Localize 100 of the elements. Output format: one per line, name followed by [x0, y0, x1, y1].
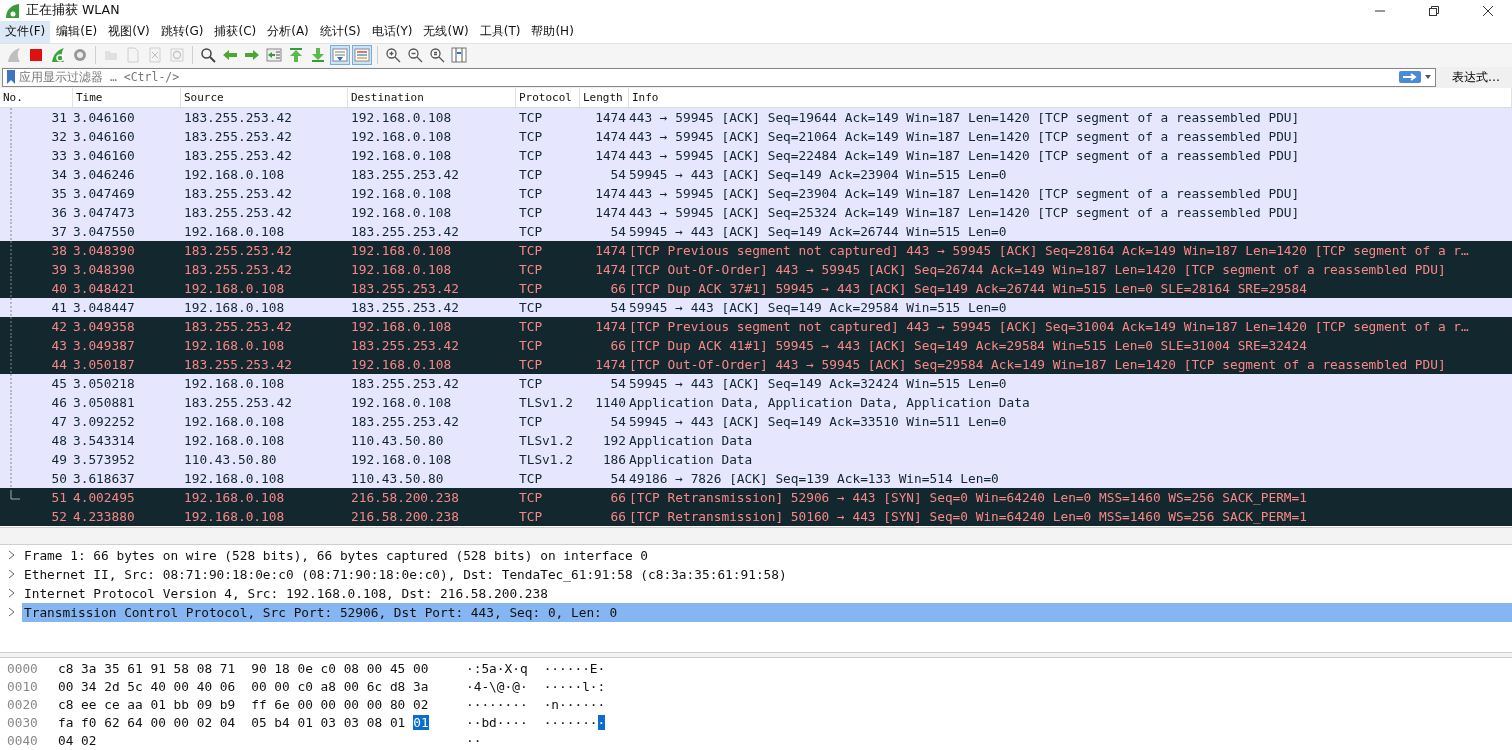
table-cell-text: 48 — [50, 433, 68, 449]
selected-ascii-byte[interactable]: · — [597, 715, 606, 731]
table-cell-text: 3.573952 — [73, 452, 136, 468]
column-header[interactable]: Info — [629, 88, 1512, 108]
table-cell-text: 35 — [50, 186, 68, 202]
selected-hex-byte[interactable]: 01 — [413, 715, 429, 731]
packet-row[interactable]: 36 3.047473 183.255.253.42 192.168.0.108 TCP 1474 443 → 59945 [ACK] Seq=25324 Ack=149 Win=187 Len=1420 [TCP segment of a reassembled PDU] — [0, 203, 1512, 223]
menu-item[interactable]: 分析(A) — [262, 21, 314, 43]
packet-row[interactable]: 51 4.002495 192.168.0.108 216.58.200.238 TCP 66 [TCP Retransmission] 52906 → 443 [SYN] Seq=0 Win=64240 Len=0 MSS=1460 WS=256 SACK_PERM=1 — [0, 488, 1512, 508]
packet-row[interactable]: 38 3.048390 183.255.253.42 192.168.0.108 TCP 1474 [TCP Previous segment not captured] 443 → 59945 [ACK] Seq=28164 Ack=149 Win=187 Len=1420 [TCP segment of a r… — [0, 241, 1512, 261]
table-cell-text: 40 — [50, 281, 68, 297]
menu-item[interactable]: 电话(Y) — [366, 21, 418, 43]
packet-row[interactable]: 48 3.543314 192.168.0.108 110.43.50.80 TLSv1.2 192 Application Data — [0, 431, 1512, 451]
menu-item[interactable]: 工具(T) — [474, 21, 526, 43]
tree-item[interactable]: Internet Protocol Version 4, Src: 192.168.0.108, Dst: 216.58.200.238 — [0, 583, 1512, 603]
table-cell-text: 216.58.200.238 — [350, 509, 460, 525]
packet-row[interactable]: 34 3.046246 192.168.0.108 183.255.253.42 TCP 54 59945 → 443 [ACK] Seq=149 Ack=23904 Win=515 Len=0 — [0, 165, 1512, 185]
tree-item[interactable]: Ethernet II, Src: 08:71:90:18:0e:c0 (08:71:90:18:0e:c0), Dst: TendaTec_61:91:58 (c8:3a:35:61:91:58) — [0, 564, 1512, 584]
packet-row[interactable]: 37 3.047550 192.168.0.108 183.255.253.42 TCP 54 59945 → 443 [ACK] Seq=149 Ack=26744 Win=515 Len=0 — [0, 222, 1512, 242]
packet-row[interactable]: 43 3.049387 192.168.0.108 183.255.253.42 TCP 66 [TCP Dup ACK 41#1] 59945 → 443 [ACK] Seq=149 Ack=29584 Win=515 Len=0 SLE=31004 SRE=32424 — [0, 336, 1512, 356]
menu-item[interactable]: 视图(V) — [103, 21, 155, 43]
hex-bytes: ff 6e 00 00 00 00 80 02 — [251, 697, 429, 713]
menu-item[interactable]: 编辑(E) — [51, 21, 103, 43]
table-cell-text: 31 — [50, 110, 68, 126]
expand-chevron-icon[interactable] — [8, 569, 16, 580]
table-cell-text: 52 — [50, 509, 68, 525]
table-cell-text: TCP — [518, 319, 544, 335]
splitter-handle[interactable] — [0, 527, 1512, 545]
table-cell-text: 54 — [609, 224, 627, 240]
packet-row[interactable]: 45 3.050218 192.168.0.108 183.255.253.42 TCP 54 59945 → 443 [ACK] Seq=149 Ack=32424 Win=515 Len=0 — [0, 374, 1512, 394]
table-cell-text: 192.168.0.108 — [350, 452, 453, 468]
table-cell-text: 443 → 59945 [ACK] Seq=19644 Ack=149 Win=187 Len=1420 [TCP segment of a reassembled PDU] — [629, 110, 1301, 126]
column-header[interactable]: No. — [0, 88, 73, 108]
column-header[interactable]: Source — [181, 88, 348, 108]
tree-item[interactable]: Frame 1: 66 bytes on wire (528 bits), 66 bytes captured (528 bits) on interface 0 — [0, 545, 1512, 565]
table-cell-text: [TCP Out-Of-Order] 443 → 59945 [ACK] Seq=26744 Ack=149 Win=187 Len=1420 [TCP segment of a reassembled PDU] — [629, 262, 1447, 278]
table-cell-text: 1474 — [594, 148, 627, 164]
table-cell-text: Application Data — [629, 433, 754, 449]
table-cell-text: TCP — [518, 205, 544, 221]
packet-row[interactable]: 44 3.050187 183.255.253.42 192.168.0.108 TCP 1474 [TCP Out-Of-Order] 443 → 59945 [ACK] Seq=29584 Ack=149 Win=187 Len=1420 [TCP segment of a reassembled PDU] — [0, 355, 1512, 375]
packet-row[interactable]: 49 3.573952 110.43.50.80 192.168.0.108 TLSv1.2 186 Application Data — [0, 450, 1512, 470]
table-cell-text: 183.255.253.42 — [183, 205, 293, 221]
table-cell-text: 192.168.0.108 — [183, 376, 286, 392]
packet-row[interactable]: 41 3.048447 192.168.0.108 183.255.253.42 TCP 54 59945 → 443 [ACK] Seq=149 Ack=29584 Win=515 Len=0 — [0, 298, 1512, 318]
menu-item[interactable]: 跳转(G) — [155, 21, 209, 43]
filter-field[interactable]: 应用显示过滤器 … <Ctrl-/> — [2, 67, 1436, 87]
packet-row[interactable]: 40 3.048421 192.168.0.108 183.255.253.42 TCP 66 [TCP Dup ACK 37#1] 59945 → 443 [ACK] Seq=149 Ack=26744 Win=515 Len=0 SLE=28164 SRE=29584 — [0, 279, 1512, 299]
table-cell-text: [TCP Previous segment not captured] 443 → 59945 [ACK] Seq=31004 Ack=149 Win=187 Len=1420 [TCP segment of a r… — [629, 319, 1470, 335]
column-header[interactable]: Length — [580, 88, 629, 108]
ascii-bytes: ·· — [466, 733, 482, 749]
column-header[interactable]: Time — [73, 88, 181, 108]
restore-icon[interactable] — [1428, 4, 1440, 17]
column-header[interactable]: Destination — [348, 88, 516, 108]
table-cell-text: 32 — [50, 129, 68, 145]
table-cell-text: [TCP Dup ACK 41#1] 59945 → 443 [ACK] Seq=149 Ack=29584 Win=515 Len=0 SLE=31004 SRE=32424 — [629, 338, 1308, 354]
menu-item[interactable]: 统计(S) — [314, 21, 366, 43]
table-cell-text: 3.046160 — [73, 129, 136, 145]
menu-item[interactable]: 捕获(C) — [209, 21, 262, 43]
bookmark-icon[interactable] — [7, 70, 15, 85]
packet-row[interactable]: 52 4.233880 192.168.0.108 216.58.200.238 TCP 66 [TCP Retransmission] 50160 → 443 [SYN] Seq=0 Win=64240 Len=0 MSS=1460 WS=256 SACK_PERM=1 — [0, 507, 1512, 527]
packet-row[interactable]: 47 3.092252 192.168.0.108 183.255.253.42 TCP 54 59945 → 443 [ACK] Seq=149 Ack=33510 Win=511 Len=0 — [0, 412, 1512, 432]
packet-row[interactable]: 31 3.046160 183.255.253.42 192.168.0.108 TCP 1474 443 → 59945 [ACK] Seq=19644 Ack=149 Win=187 Len=1420 [TCP segment of a reassembled PDU] — [0, 108, 1512, 128]
packet-row[interactable]: 39 3.048390 183.255.253.42 192.168.0.108 TCP 1474 [TCP Out-Of-Order] 443 → 59945 [ACK] Seq=26744 Ack=149 Win=187 Len=1420 [TCP segment of a reassembled PDU] — [0, 260, 1512, 280]
hex-offset: 0040 — [6, 733, 39, 749]
ascii-bytes: ·n······ — [543, 697, 606, 713]
table-cell-text: 192.168.0.108 — [350, 129, 453, 145]
table-cell-text: 3.050218 — [73, 376, 136, 392]
expand-chevron-icon[interactable] — [8, 550, 16, 561]
expand-chevron-icon[interactable] — [8, 588, 16, 599]
packet-row[interactable]: 42 3.049358 183.255.253.42 192.168.0.108 TCP 1474 [TCP Previous segment not captured] 443 → 59945 [ACK] Seq=31004 Ack=149 Win=187 Len=1420 [TCP segment of a r… — [0, 317, 1512, 337]
table-cell-text: 183.255.253.42 — [350, 300, 460, 316]
table-cell-text: TCP — [518, 167, 544, 183]
close-icon[interactable] — [1482, 4, 1494, 17]
packet-row[interactable]: 50 3.618637 192.168.0.108 110.43.50.80 TCP 54 49186 → 7826 [ACK] Seq=139 Ack=133 Win=514 Len=0 — [0, 469, 1512, 489]
column-header[interactable]: Protocol — [516, 88, 580, 108]
table-cell-text: 192.168.0.108 — [183, 300, 286, 316]
menu-item[interactable]: 无线(W) — [418, 21, 474, 43]
packet-row[interactable]: 46 3.050881 183.255.253.42 192.168.0.108 TLSv1.2 1140 Application Data, Application Data, Application Data — [0, 393, 1512, 413]
splitter-handle[interactable] — [0, 652, 1512, 658]
table-cell-text: 192.168.0.108 — [350, 243, 453, 259]
table-cell-text: 42 — [50, 319, 68, 335]
table-cell-text: 4.233880 — [73, 509, 136, 525]
dropdown-caret-icon[interactable] — [1425, 75, 1431, 80]
hex-bytes: 00 00 c0 a8 00 6c d8 3a — [251, 679, 429, 695]
packet-row[interactable]: 33 3.046160 183.255.253.42 192.168.0.108 TCP 1474 443 → 59945 [ACK] Seq=22484 Ack=149 Win=187 Len=1420 [TCP segment of a reassembled PDU] — [0, 146, 1512, 166]
packet-row[interactable]: 32 3.046160 183.255.253.42 192.168.0.108 TCP 1474 443 → 59945 [ACK] Seq=21064 Ack=149 Win=187 Len=1420 [TCP segment of a reassembled PDU] — [0, 127, 1512, 147]
menu-item[interactable]: 帮助(H) — [526, 21, 579, 43]
menu-item[interactable]: 文件(F) — [0, 21, 51, 43]
expression-button[interactable]: 表达式… — [1442, 68, 1510, 86]
table-cell-text: 183.255.253.42 — [350, 281, 460, 297]
table-cell-text: 183.255.253.42 — [183, 243, 293, 259]
table-cell-text: 192.168.0.108 — [350, 205, 453, 221]
hex-offset: 0010 — [6, 679, 39, 695]
table-cell-text: [TCP Dup ACK 37#1] 59945 → 443 [ACK] Seq=149 Ack=26744 Win=515 Len=0 SLE=28164 SRE=29584 — [629, 281, 1308, 297]
packet-row[interactable]: 35 3.047469 183.255.253.42 192.168.0.108 TCP 1474 443 → 59945 [ACK] Seq=23904 Ack=149 Win=187 Len=1420 [TCP segment of a reassembled PDU] — [0, 184, 1512, 204]
table-cell-text: 34 — [50, 167, 68, 183]
display-filter-field[interactable]: 应用显示过滤器 … <Ctrl-/> — [19, 70, 1395, 85]
table-cell-text: 43 — [50, 338, 68, 354]
hex-bytes: fa f0 62 64 00 00 02 04 — [58, 715, 236, 731]
expand-chevron-icon[interactable] — [8, 607, 16, 618]
